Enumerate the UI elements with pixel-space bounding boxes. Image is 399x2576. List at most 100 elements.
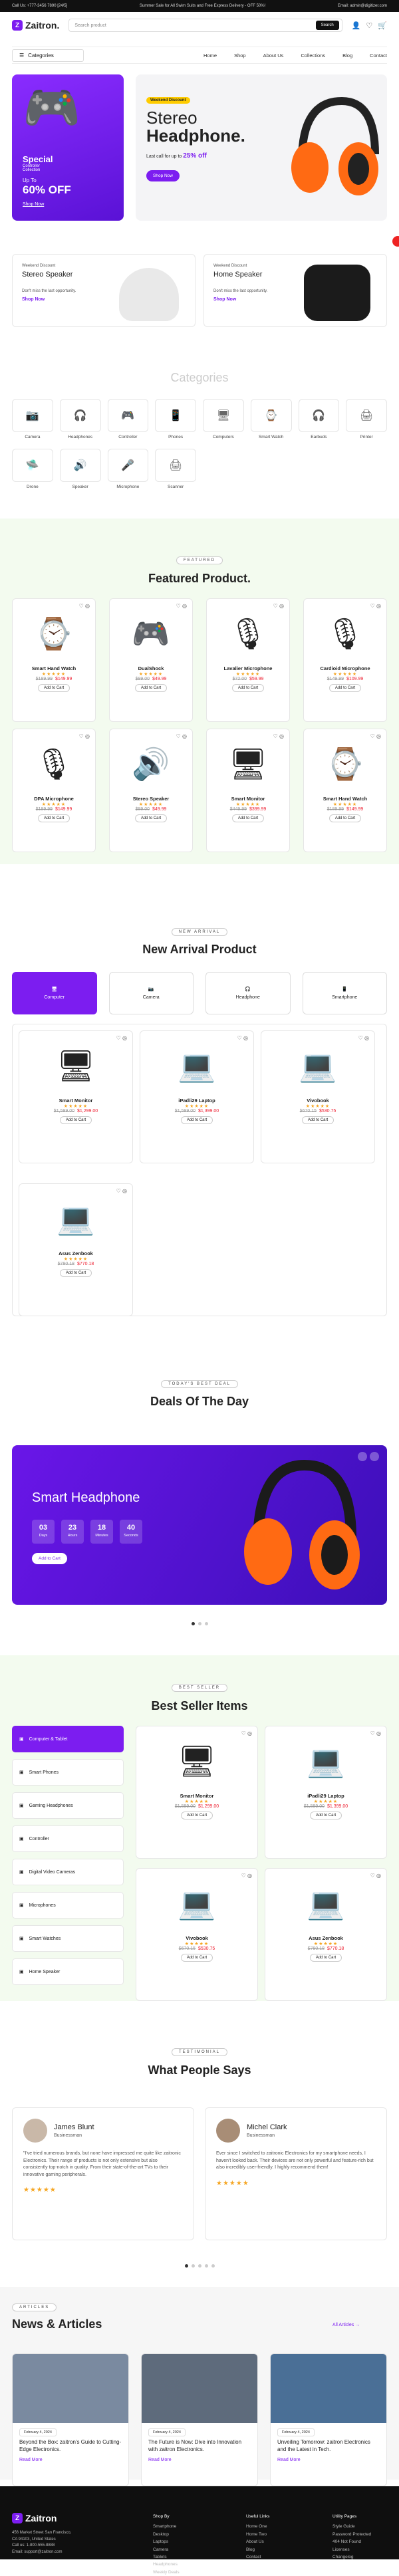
add-to-cart-button[interactable]: Add to Cart <box>37 814 70 822</box>
bestseller-category-item[interactable]: ▣ Computer & Tablet <box>12 1726 124 1752</box>
footer-link[interactable]: Changelog <box>332 2553 371 2561</box>
article-title[interactable]: Beyond the Box: zaitron's Guide to Cutti… <box>13 2439 128 2454</box>
wishlist-icon[interactable]: ♡ ◎ <box>116 1188 127 1194</box>
article-title[interactable]: Unveiling Tomorrow: zaitron Electronics … <box>271 2439 386 2454</box>
all-articles-link[interactable]: All Articles → <box>332 2323 360 2327</box>
footer-link[interactable]: Contact <box>246 2553 269 2561</box>
wishlist-icon[interactable]: ♡ ◎ <box>116 1035 127 1041</box>
read-more-link[interactable]: Read More <box>271 2454 386 2466</box>
promo-home-speaker[interactable]: Weekend Discount Home Speaker Don't miss… <box>203 254 387 327</box>
bestseller-category-item[interactable]: ▣ Home Speaker <box>12 1958 124 1985</box>
prev-arrow-icon[interactable] <box>358 1452 367 1461</box>
category-item[interactable]: 🎧 Earbuds <box>298 399 340 439</box>
hero-shop-button[interactable]: Shop Now <box>146 170 180 181</box>
read-more-link[interactable]: Read More <box>13 2454 128 2466</box>
nav-contact[interactable]: Contact <box>370 53 387 59</box>
promo-stereo-speaker[interactable]: Weekend Discount Stereo Speaker Don't mi… <box>12 254 196 327</box>
product-card[interactable]: ♡ ◎ 💻 Vivobook ★★★★★ $670.15 $530.75 Add … <box>136 1868 258 2001</box>
bestseller-category-item[interactable]: ▣ Controller <box>12 1825 124 1852</box>
product-card[interactable]: ♡ ◎ 💻 Asus Zenbook ★★★★★ $780.18 $770.18 … <box>19 1183 133 1316</box>
category-item[interactable]: 🛸 Drone <box>12 449 53 489</box>
hero-controller-banner[interactable]: 🎮 Special Controller Collection Up To 60… <box>12 74 124 221</box>
category-item[interactable]: 📷 Camera <box>12 399 53 439</box>
brand-logo[interactable]: Z Zaitron. <box>12 20 59 31</box>
footer-link[interactable]: Smartphone <box>153 2523 180 2530</box>
category-item[interactable]: 🎮 Controller <box>107 399 149 439</box>
product-card[interactable]: ♡ ◎ ⌚ Smart Hand Watch ★★★★★ $189.99 $149… <box>12 598 96 722</box>
floating-badge[interactable] <box>392 236 399 247</box>
footer-link[interactable]: About Us <box>246 2538 269 2545</box>
article-card[interactable]: February 4, 2024 The Future is Now: Dive… <box>141 2353 258 2486</box>
article-card[interactable]: February 4, 2024 Unveiling Tomorrow: zai… <box>270 2353 387 2486</box>
product-card[interactable]: ♡ ◎ 💻 iPad/i29 Laptop ★★★★★ $1,599.00 $1,… <box>140 1030 254 1163</box>
wishlist-icon[interactable]: ♡ ◎ <box>370 1873 381 1879</box>
product-card[interactable]: ♡ ◎ 🎙 Lavalier Microphone ★★★★★ $72.00 $5… <box>206 598 290 722</box>
tab-camera[interactable]: 📷 Camera <box>108 972 194 1014</box>
product-card[interactable]: ♡ ◎ 💻 Vivobook ★★★★★ $670.15 $530.75 Add … <box>261 1030 375 1163</box>
add-to-cart-button[interactable]: Add to Cart <box>180 1954 213 1962</box>
nav-shop[interactable]: Shop <box>234 53 246 59</box>
bestseller-category-item[interactable]: ▣ Microphones <box>12 1892 124 1919</box>
user-icon[interactable]: 👤 <box>352 21 361 30</box>
add-to-cart-button[interactable]: Add to Cart <box>134 814 168 822</box>
product-card[interactable]: ♡ ◎ ⌚ Smart Hand Watch ★★★★★ $189.99 $149… <box>303 729 387 852</box>
wishlist-icon[interactable]: ♡ ◎ <box>273 603 284 609</box>
add-to-cart-button[interactable]: Add to Cart <box>309 1812 342 1819</box>
footer-link[interactable]: Headphones <box>153 2561 180 2568</box>
add-to-cart-button[interactable]: Add to Cart <box>37 684 70 692</box>
wishlist-icon[interactable]: ♡ ◎ <box>237 1035 248 1041</box>
category-item[interactable]: 🎧 Headphones <box>59 399 101 439</box>
nav-blog[interactable]: Blog <box>342 53 352 59</box>
product-card[interactable]: ♡ ◎ 🎙 DPA Microphone ★★★★★ $199.99 $149.9… <box>12 729 96 852</box>
footer-link[interactable]: Password Protected <box>332 2531 371 2538</box>
product-card[interactable]: ♡ ◎ 🖥 Smart Monitor ★★★★★ $1,599.00 $1,29… <box>136 1726 258 1859</box>
wishlist-icon[interactable]: ♡ ◎ <box>176 603 187 609</box>
wishlist-icon[interactable]: ♡ ◎ <box>176 733 187 739</box>
footer-link[interactable]: Weekly Deals <box>153 2569 180 2576</box>
add-to-cart-button[interactable]: Add to Cart <box>231 814 265 822</box>
nav-home[interactable]: Home <box>203 53 217 59</box>
tab-smartphone[interactable]: 📱 Smartphone <box>302 972 387 1014</box>
wishlist-icon[interactable]: ♡ <box>366 21 372 30</box>
page-dot[interactable] <box>191 1622 195 1625</box>
bestseller-category-item[interactable]: ▣ Digital Video Cameras <box>12 1859 124 1885</box>
product-card[interactable]: ♡ ◎ 🔊 Stereo Speaker ★★★★★ $99.00 $49.99 … <box>109 729 193 852</box>
add-to-cart-button[interactable]: Add to Cart <box>301 1116 334 1124</box>
wishlist-icon[interactable]: ♡ ◎ <box>241 1730 252 1736</box>
add-to-cart-button[interactable]: Add to Cart <box>134 684 168 692</box>
product-card[interactable]: ♡ ◎ 🖥 Smart Monitor ★★★★★ $449.99 $399.99… <box>206 729 290 852</box>
wishlist-icon[interactable]: ♡ ◎ <box>358 1035 369 1041</box>
hero-left-cta[interactable]: Shop Now <box>23 202 71 207</box>
add-to-cart-button[interactable]: Add to Cart <box>309 1954 342 1962</box>
article-card[interactable]: February 4, 2024 Beyond the Box: zaitron… <box>12 2353 129 2486</box>
category-item[interactable]: 🖨 Printer <box>346 399 387 439</box>
tab-headphone[interactable]: 🎧 Headphone <box>205 972 291 1014</box>
add-to-cart-button[interactable]: Add to Cart <box>329 684 362 692</box>
product-card[interactable]: ♡ ◎ 🖥 Smart Monitor ★★★★★ $1,599.00 $1,29… <box>19 1030 133 1163</box>
footer-link[interactable]: Home One <box>246 2523 269 2530</box>
footer-link[interactable]: Style Guide <box>332 2523 371 2530</box>
deal-cart-button[interactable]: Add to Cart <box>32 1553 67 1564</box>
wishlist-icon[interactable]: ♡ ◎ <box>273 733 284 739</box>
footer-link[interactable]: Desktop <box>153 2531 180 2538</box>
product-card[interactable]: ♡ ◎ 💻 iPad/i29 Laptop ★★★★★ $1,599.00 $1,… <box>265 1726 387 1859</box>
category-item[interactable]: 🔊 Speaker <box>59 449 101 489</box>
page-dot[interactable] <box>204 1622 208 1625</box>
footer-link[interactable]: Blog <box>246 2546 269 2553</box>
page-dot[interactable] <box>184 2264 188 2268</box>
add-to-cart-button[interactable]: Add to Cart <box>180 1116 213 1124</box>
page-dot[interactable] <box>198 2264 201 2268</box>
category-item[interactable]: 🎤 Microphone <box>107 449 149 489</box>
wishlist-icon[interactable]: ♡ ◎ <box>241 1873 252 1879</box>
category-item[interactable]: ⌚ Smart Watch <box>250 399 292 439</box>
wishlist-icon[interactable]: ♡ ◎ <box>370 733 381 739</box>
product-card[interactable]: ♡ ◎ 🎮 DualShock ★★★★★ $99.00 $49.99 Add t… <box>109 598 193 722</box>
article-title[interactable]: The Future is Now: Dive into Innovation … <box>142 2439 257 2454</box>
wishlist-icon[interactable]: ♡ ◎ <box>79 603 90 609</box>
footer-logo[interactable]: Z Zaitron <box>12 2513 71 2523</box>
add-to-cart-button[interactable]: Add to Cart <box>59 1269 92 1277</box>
page-dot[interactable] <box>191 2264 195 2268</box>
bestseller-category-item[interactable]: ▣ Smart Watches <box>12 1925 124 1952</box>
cart-icon[interactable]: 🛒 <box>378 21 387 30</box>
search-input[interactable]: Search product Search <box>68 19 342 32</box>
